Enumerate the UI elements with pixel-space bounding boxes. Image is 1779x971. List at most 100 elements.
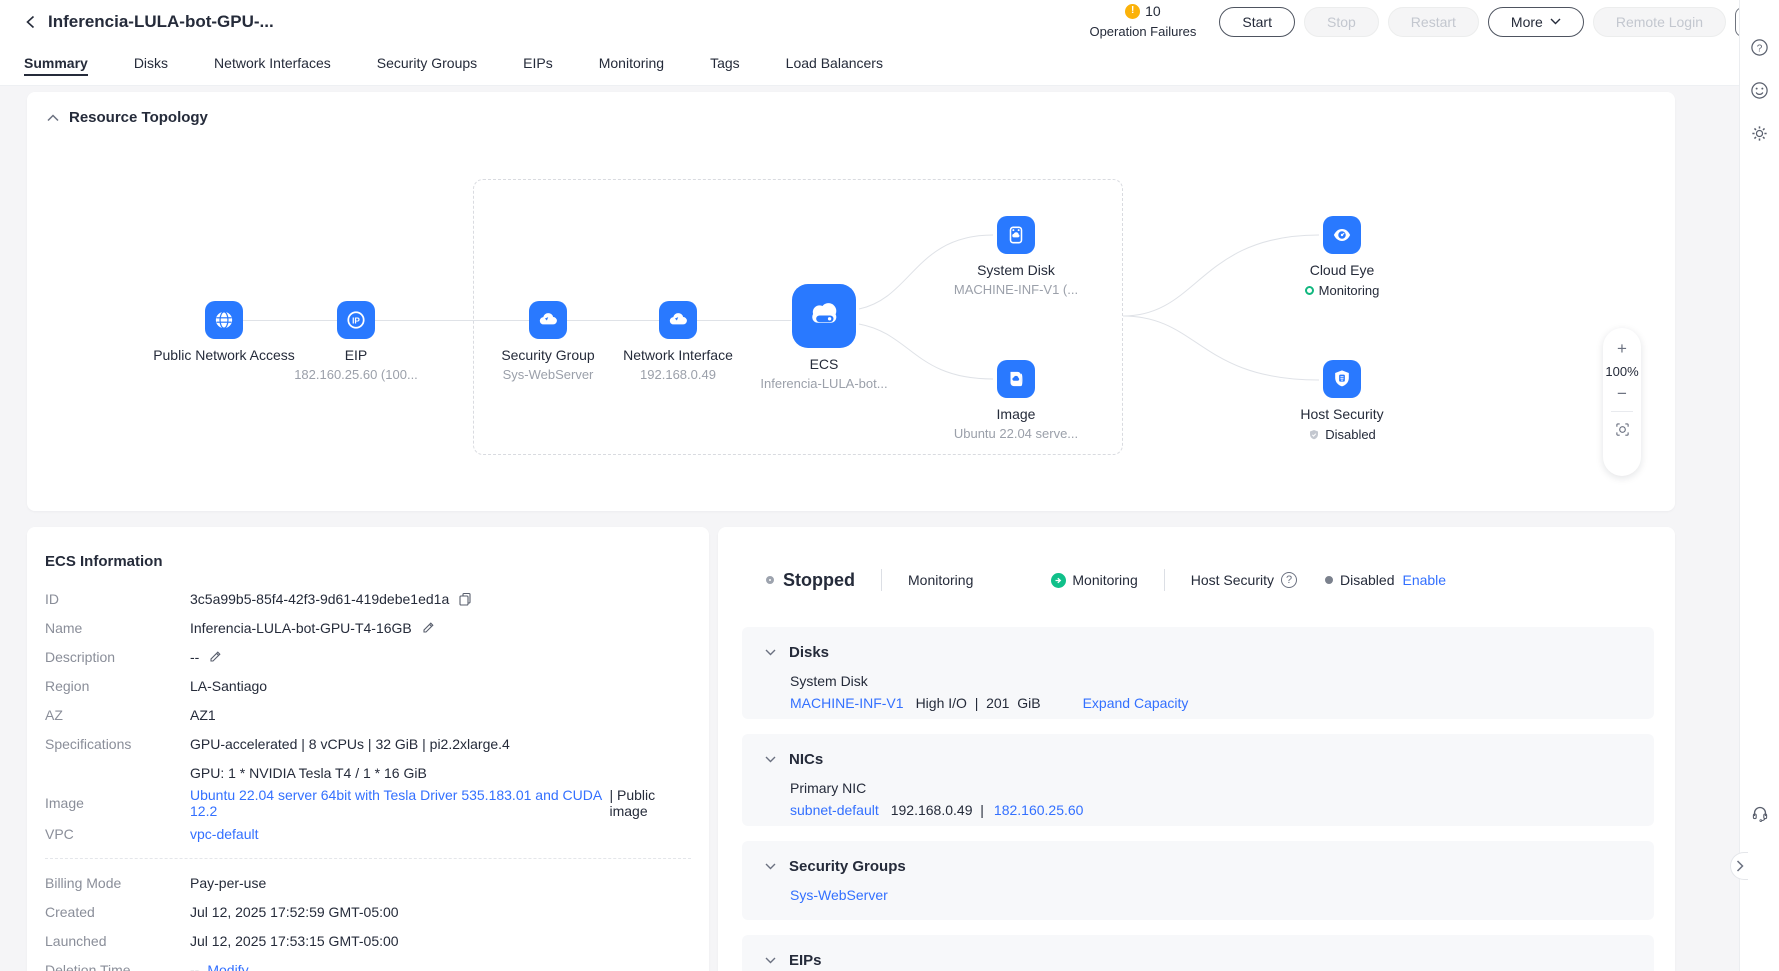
tab-security-groups[interactable]: Security Groups: [377, 43, 477, 81]
monitoring-status-icon: [1305, 286, 1314, 295]
ecs-icon: [805, 297, 843, 335]
copy-icon[interactable]: [457, 591, 473, 607]
remote-login-button[interactable]: Remote Login: [1593, 7, 1726, 37]
billing-mode-value: Pay-per-use: [190, 875, 266, 891]
node-label: Host Security: [1252, 406, 1432, 422]
node-sublabel: Ubuntu 22.04 serve...: [926, 426, 1106, 441]
deletion-time-value: --: [190, 962, 199, 971]
topology-node-host-security[interactable]: Host Security Disabled: [1252, 360, 1432, 442]
billing-mode-label: Billing Mode: [45, 875, 190, 891]
tab-summary[interactable]: Summary: [24, 43, 88, 81]
node-status-label: Disabled: [1325, 427, 1376, 442]
region-value: LA-Santiago: [190, 678, 267, 694]
warning-icon: !: [1125, 4, 1140, 19]
failures-count: 10: [1145, 3, 1161, 19]
node-label: EIP: [266, 347, 446, 363]
start-button[interactable]: Start: [1219, 7, 1295, 37]
disks-title: Disks: [789, 644, 829, 661]
node-status-label: Monitoring: [1319, 283, 1380, 298]
subnet-link[interactable]: subnet-default: [790, 802, 879, 818]
chevron-down-icon: [765, 957, 776, 964]
stop-button[interactable]: Stop: [1304, 7, 1379, 37]
monitoring-label: Monitoring: [908, 572, 973, 588]
topology-node-image[interactable]: Image Ubuntu 22.04 serve...: [926, 360, 1106, 441]
enable-host-security-link[interactable]: Enable: [1402, 572, 1446, 588]
vpc-link[interactable]: vpc-default: [190, 826, 258, 842]
tab-disks[interactable]: Disks: [134, 43, 168, 81]
tab-network-interfaces[interactable]: Network Interfaces: [214, 43, 331, 81]
ecs-information-title: ECS Information: [45, 553, 691, 570]
topology-node-system-disk[interactable]: System Disk MACHINE-INF-V1 (...: [926, 216, 1106, 297]
eips-title: EIPs: [789, 952, 822, 969]
row-vpc: VPC vpc-default: [45, 819, 691, 848]
eips-section-header[interactable]: EIPs: [765, 952, 1654, 969]
node-label: Image: [926, 406, 1106, 422]
description-label: Description: [45, 649, 190, 665]
nic-eip-link[interactable]: 182.160.25.60: [994, 802, 1084, 818]
collapse-chevron-icon[interactable]: [47, 114, 59, 122]
topology-node-ecs[interactable]: ECS Inferencia-LULA-bot...: [734, 284, 914, 391]
expand-capacity-link[interactable]: Expand Capacity: [1083, 695, 1189, 711]
chevron-right-icon: [1736, 860, 1744, 872]
row-image: Image Ubuntu 22.04 server 64bit with Tes…: [45, 787, 691, 819]
monitoring-value[interactable]: Monitoring: [1072, 572, 1137, 588]
settings-button[interactable]: [1749, 122, 1771, 144]
node-sublabel: Inferencia-LULA-bot...: [734, 376, 914, 391]
zoom-out-button[interactable]: −: [1610, 383, 1634, 405]
edit-name-icon[interactable]: [420, 620, 436, 636]
security-group-icon: [537, 309, 559, 331]
eip-icon: IP: [345, 309, 367, 331]
page-title: Inferencia-LULA-bot-GPU-...: [48, 12, 274, 32]
chevron-down-icon: [765, 756, 776, 763]
tab-eips[interactable]: EIPs: [523, 43, 553, 81]
failures-label: Operation Failures: [1089, 25, 1196, 40]
row-name: Name Inferencia-LULA-bot-GPU-T4-16GB: [45, 613, 691, 642]
disks-section-header[interactable]: Disks: [765, 644, 1654, 661]
cloud-eye-icon: [1331, 224, 1353, 246]
operation-failures-badge[interactable]: ! 10 Operation Failures: [1089, 3, 1196, 40]
help-icon[interactable]: ?: [1281, 572, 1297, 588]
id-label: ID: [45, 591, 190, 607]
chevron-down-icon: [765, 649, 776, 656]
shield-disabled-icon: [1308, 429, 1320, 441]
security-groups-section-header[interactable]: Security Groups: [765, 858, 1654, 875]
disk-name-link[interactable]: MACHINE-INF-V1: [790, 695, 904, 711]
topology-node-eip[interactable]: IP EIP 182.160.25.60 (100...: [266, 301, 446, 382]
specifications-label: Specifications: [45, 736, 190, 752]
disk-info: High I/O | 201 GiB: [916, 695, 1041, 711]
description-value: --: [190, 649, 199, 665]
edit-description-icon[interactable]: [207, 649, 223, 665]
back-button[interactable]: [18, 9, 44, 35]
image-link[interactable]: Ubuntu 22.04 server 64bit with Tesla Dri…: [190, 787, 601, 819]
nics-section-header[interactable]: NICs: [765, 751, 1654, 768]
id-value: 3c5a99b5-85f4-42f3-9d61-419debe1ed1a: [190, 591, 449, 607]
host-security-value: Disabled: [1340, 572, 1394, 588]
more-button[interactable]: More: [1488, 7, 1584, 37]
support-button[interactable]: [1749, 802, 1771, 824]
zoom-in-button[interactable]: +: [1610, 338, 1634, 360]
help-button[interactable]: ?: [1749, 36, 1771, 58]
instance-status-card: Stopped Monitoring Monitoring Host Secur…: [718, 527, 1675, 971]
svg-text:IP: IP: [352, 316, 360, 325]
security-group-link[interactable]: Sys-WebServer: [790, 887, 888, 903]
chevron-down-icon: [1550, 18, 1561, 25]
launched-value: Jul 12, 2025 17:53:15 GMT-05:00: [190, 933, 399, 949]
tab-tags[interactable]: Tags: [710, 43, 740, 81]
tab-monitoring[interactable]: Monitoring: [599, 43, 664, 81]
system-disk-label: System Disk: [790, 673, 1654, 689]
section-disks: Disks System Disk MACHINE-INF-V1 High I/…: [742, 627, 1654, 719]
globe-icon: [213, 309, 235, 331]
row-id: ID 3c5a99b5-85f4-42f3-9d61-419debe1ed1a: [45, 584, 691, 613]
row-billing-mode: Billing Mode Pay-per-use: [45, 868, 691, 897]
tab-load-balancers[interactable]: Load Balancers: [786, 43, 883, 81]
node-sublabel: MACHINE-INF-V1 (...: [926, 282, 1106, 297]
fit-view-button[interactable]: [1610, 418, 1634, 440]
nics-title: NICs: [789, 751, 823, 768]
modify-deletion-time-link[interactable]: Modify: [207, 962, 248, 971]
resource-topology-card: Resource Topology: [27, 92, 1675, 511]
restart-button[interactable]: Restart: [1388, 7, 1479, 37]
topology-node-cloud-eye[interactable]: Cloud Eye Monitoring: [1252, 216, 1432, 298]
specifications-value: GPU-accelerated | 8 vCPUs | 32 GiB | pi2…: [190, 736, 510, 752]
feedback-button[interactable]: [1749, 79, 1771, 101]
node-label: System Disk: [926, 262, 1106, 278]
